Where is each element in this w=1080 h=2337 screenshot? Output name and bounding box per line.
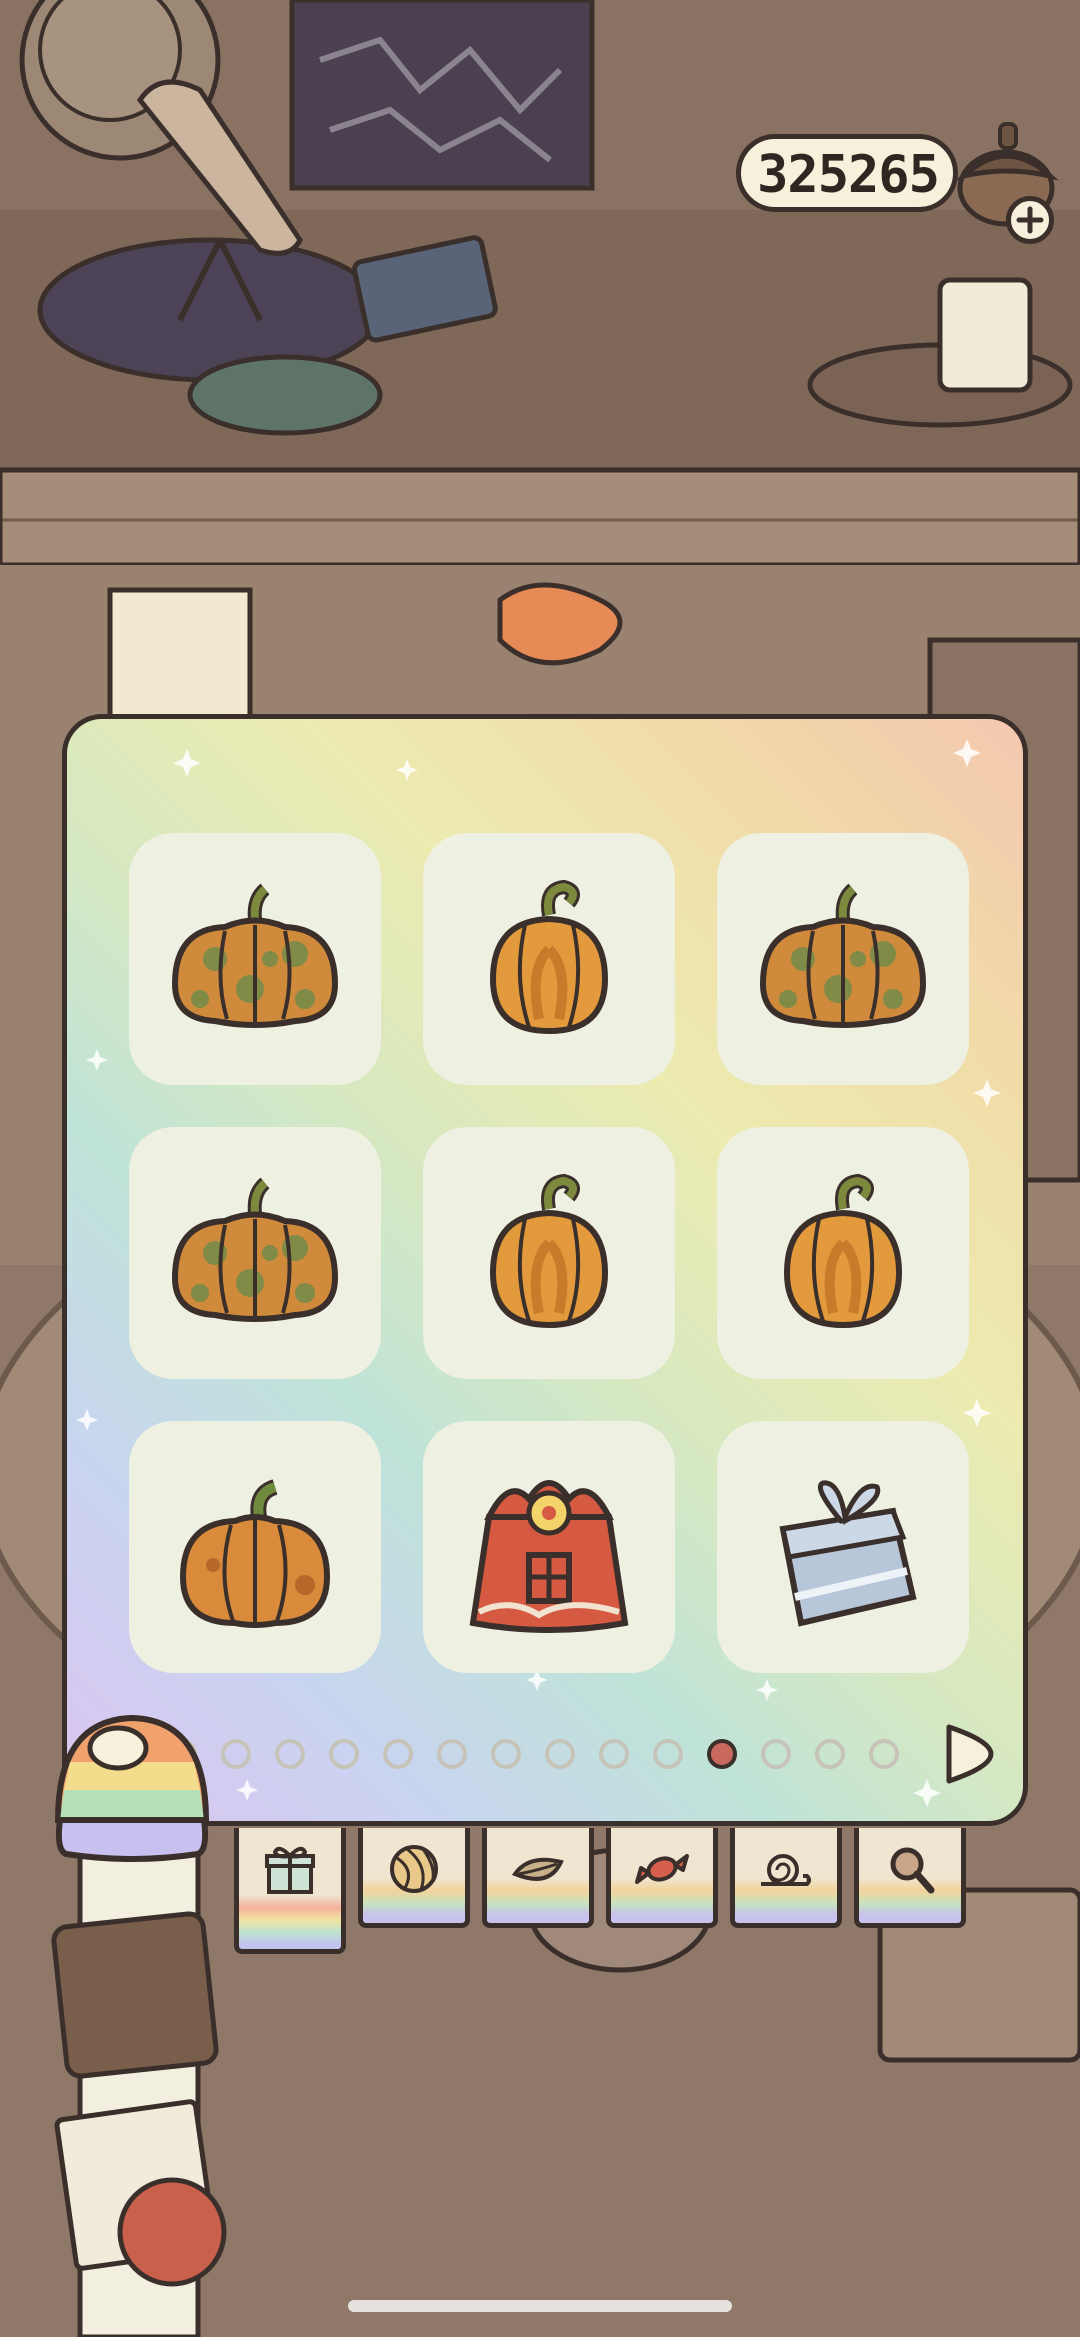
tab-nature[interactable] — [482, 1828, 594, 1928]
pumpkin-orange-icon — [489, 879, 609, 1035]
pumpkin-plain-icon — [179, 1479, 331, 1628]
page-dot-6[interactable] — [437, 1739, 467, 1769]
next-page-button[interactable] — [941, 1721, 997, 1787]
page-dot-14[interactable] — [869, 1739, 899, 1769]
red-lucky-bag-icon — [469, 1480, 629, 1633]
snail-icon — [761, 1854, 811, 1886]
pumpkin-orange-icon — [783, 1173, 903, 1329]
page-dot-3[interactable] — [275, 1739, 305, 1769]
add-coins-button[interactable] — [1006, 196, 1054, 244]
gift-slot-2[interactable] — [423, 833, 675, 1085]
home-indicator — [348, 2300, 732, 2312]
page-dot-8[interactable] — [545, 1739, 575, 1769]
gift-slot-3[interactable] — [717, 833, 969, 1085]
tab-search[interactable] — [854, 1828, 966, 1928]
rainbow-bell-icon — [54, 1714, 210, 1862]
page-dot-4[interactable] — [329, 1739, 359, 1769]
magnifier-icon — [890, 1847, 935, 1894]
gift-slot-5[interactable] — [423, 1127, 675, 1379]
candy-icon — [635, 1854, 689, 1884]
tab-gifts[interactable] — [234, 1828, 346, 1954]
page-dot-7[interactable] — [491, 1739, 521, 1769]
plus-icon — [1016, 206, 1044, 234]
tab-toys[interactable] — [358, 1828, 470, 1928]
gift-slot-9[interactable] — [717, 1421, 969, 1673]
leaf-icon — [511, 1857, 564, 1881]
pumpkin-speckled-icon — [171, 883, 339, 1028]
gift-slot-1[interactable] — [129, 833, 381, 1085]
gift-slot-8[interactable] — [423, 1421, 675, 1673]
page-dot-11[interactable] — [707, 1739, 737, 1769]
chevron-right-icon — [946, 1724, 994, 1784]
gift-slot-6[interactable] — [717, 1127, 969, 1379]
coin-amount: 325265 — [757, 145, 940, 205]
tab-pets[interactable] — [730, 1828, 842, 1928]
pumpkin-speckled-icon — [759, 883, 927, 1028]
blue-gift-box-icon — [779, 1480, 917, 1627]
gift-slot-4[interactable] — [129, 1127, 381, 1379]
pumpkin-orange-icon — [489, 1173, 609, 1329]
gift-inventory-panel — [62, 714, 1028, 1826]
page-dot-12[interactable] — [761, 1739, 791, 1769]
pumpkin-speckled-icon — [171, 1177, 339, 1322]
tab-snacks[interactable] — [606, 1828, 718, 1928]
yarn-ball-icon — [390, 1845, 438, 1893]
page-dot-5[interactable] — [383, 1739, 413, 1769]
gift-icon — [265, 1846, 315, 1894]
gift-slot-7[interactable] — [129, 1421, 381, 1673]
page-dot-9[interactable] — [599, 1739, 629, 1769]
page-dot-2[interactable] — [221, 1739, 251, 1769]
page-dot-13[interactable] — [815, 1739, 845, 1769]
page-dot-10[interactable] — [653, 1739, 683, 1769]
